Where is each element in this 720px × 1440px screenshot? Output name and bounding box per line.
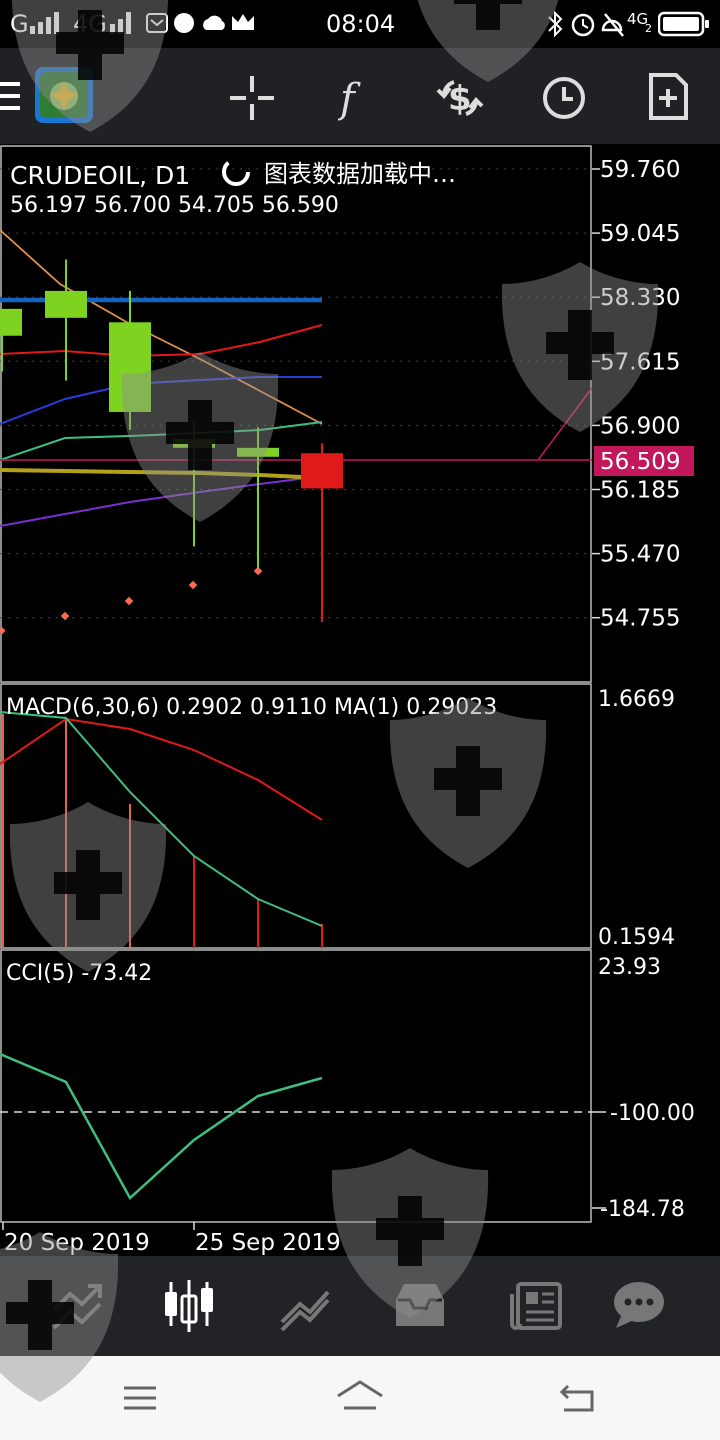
loading-spinner-icon: [222, 158, 250, 186]
inbox-tab-icon[interactable]: [392, 1280, 448, 1330]
status-bar: G 4G 08:04 4G 2: [0, 0, 720, 48]
candles: [0, 259, 343, 623]
cci-tick-top: 23.93: [598, 955, 661, 980]
chart-tab-icon[interactable]: [162, 1278, 218, 1334]
ohlc-values: 56.197 56.700 54.705 56.590: [10, 193, 339, 218]
macd-label: MACD(6,30,6) 0.2902 0.9110 MA(1) 0.29023: [6, 695, 497, 720]
back-icon[interactable]: [558, 1380, 598, 1416]
chat-tab-icon[interactable]: [612, 1280, 668, 1332]
ma-line-olive: [0, 468, 323, 480]
cci-line: [0, 1052, 323, 1200]
trade-tab-icon[interactable]: [278, 1282, 334, 1332]
sar-dots: [0, 566, 263, 635]
trade-icon[interactable]: $: [430, 74, 490, 122]
price-tick-label: 56.900: [600, 413, 680, 439]
notification-icons: [146, 13, 254, 33]
crosshair-icon[interactable]: [228, 74, 276, 122]
price-tick-label: 59.045: [600, 221, 680, 247]
ma-line-blue: [0, 376, 322, 425]
price-pane-frame: [0, 145, 592, 683]
app-logo[interactable]: [34, 66, 96, 126]
recents-icon[interactable]: [122, 1384, 160, 1414]
price-tick-label: 56.185: [600, 478, 680, 504]
battery-icon: [658, 11, 709, 37]
candle-body: [109, 322, 151, 412]
bottom-nav: [0, 1256, 720, 1356]
symbol-label: CRUDEOIL, D1: [10, 161, 190, 190]
price-tick-label: 58.330: [600, 285, 680, 311]
date-label-1: 20 Sep 2019: [4, 1230, 150, 1256]
cci-label: CCI(5) -73.42: [6, 961, 152, 986]
network-label: 4G: [73, 10, 107, 38]
macd-tick-bottom: 0.1594: [598, 925, 675, 950]
candle-body: [45, 290, 87, 318]
top-toolbar: f $: [0, 48, 720, 144]
news-tab-icon[interactable]: [508, 1280, 564, 1330]
system-nav-bar: [0, 1356, 720, 1440]
macd-tick-top: 1.6669: [598, 687, 675, 712]
cci-tick-bottom: -184.78: [600, 1197, 685, 1222]
date-label-2: 25 Sep 2019: [195, 1230, 341, 1256]
candle-body: [0, 308, 22, 336]
macd-histogram: [2, 714, 323, 948]
chart-canvas[interactable]: CRUDEOIL, D1 图表数据加载中… 56.197 56.700 54.7…: [0, 144, 720, 1256]
price-axis: 59.760 59.045 58.330 57.615 56.900 56.185 55.4…: [592, 157, 680, 632]
trend-line: [537, 387, 593, 461]
quotes-icon[interactable]: [50, 1282, 106, 1332]
candle-body: [301, 453, 343, 489]
menu-icon[interactable]: [0, 80, 22, 112]
ma-line-purple: [0, 475, 323, 527]
price-tick-label: 54.755: [600, 606, 680, 632]
macd-signal-line: [0, 717, 323, 821]
cci-tick-mid: -100.00: [610, 1101, 695, 1126]
home-icon[interactable]: [334, 1378, 386, 1418]
chart-area[interactable]: CRUDEOIL, D1 图表数据加载中… 56.197 56.700 54.7…: [0, 144, 720, 1256]
network-sub-label: 2: [645, 22, 652, 35]
svg-text:f: f: [338, 76, 361, 122]
carrier-label: G: [10, 10, 29, 38]
ma-line-orange: [0, 229, 323, 425]
signal-icon: [30, 12, 59, 34]
candle-body: [237, 447, 279, 457]
candle-body: [173, 438, 215, 448]
new-order-icon[interactable]: [648, 72, 690, 122]
price-tick-label: 57.615: [600, 349, 680, 375]
price-tick-label: 55.470: [600, 542, 680, 568]
clock-time: 08:04: [326, 10, 396, 38]
price-tick-label: 59.760: [600, 157, 680, 183]
loading-text: 图表数据加载中…: [264, 160, 456, 188]
current-price-label: 56.509: [600, 449, 680, 475]
macd-main-line: [0, 711, 323, 927]
history-icon[interactable]: [540, 74, 588, 122]
signal-2-icon: [110, 12, 131, 34]
indicators-icon[interactable]: f: [338, 72, 372, 122]
